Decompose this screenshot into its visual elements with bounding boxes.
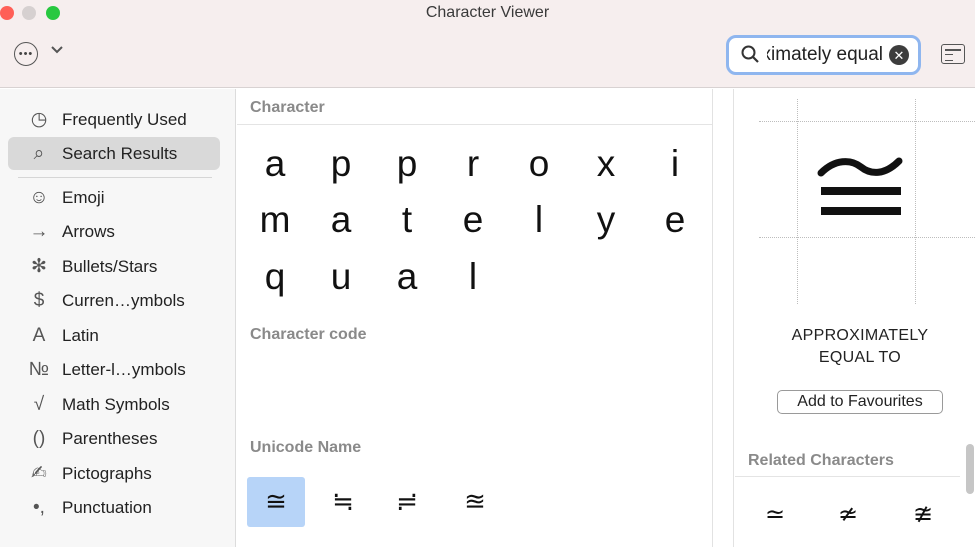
character-cell[interactable]: a: [245, 139, 305, 189]
category-sidebar: ◷ Frequently Used ⌕ Search Results ☺ Emoji → Ar…: [0, 89, 236, 547]
character-code-heading: Character code: [250, 326, 367, 343]
sidebar-item-emoji[interactable]: ☺ Emoji: [8, 181, 220, 214]
sidebar-item-label: Curren…ymbols: [62, 290, 185, 310]
window-title: Character Viewer: [425, 4, 550, 21]
square-root-icon: √: [33, 393, 45, 415]
sidebar-item-label: Math Symbols: [62, 394, 170, 414]
unicode-name-heading: Unicode Name: [250, 439, 362, 456]
sidebar-item-label: Arrows: [62, 221, 115, 241]
symbol-result-cell[interactable]: ≒: [314, 477, 372, 527]
title-bar: Character Viewer ••• ✕: [0, 0, 975, 88]
character-cell[interactable]: e: [645, 195, 705, 245]
character-cell[interactable]: e: [443, 195, 503, 245]
sidebar-item-label: Pictographs: [62, 463, 152, 483]
ellipsis-circle-icon[interactable]: •••: [14, 42, 38, 66]
character-cell[interactable]: r: [443, 139, 503, 189]
sidebar-separator: [18, 177, 212, 178]
sidebar-item-math-symbols[interactable]: √ Math Symbols: [8, 388, 220, 421]
guide-line: [797, 99, 798, 304]
sidebar-item-pictographs[interactable]: ✍ Pictographs: [8, 457, 220, 490]
character-cell[interactable]: p: [377, 139, 437, 189]
character-cell[interactable]: m: [245, 195, 305, 245]
sidebar-item-punctuation[interactable]: •, Punctuation: [8, 491, 220, 524]
search-icon: [741, 45, 759, 63]
guide-line: [759, 237, 975, 238]
character-cell[interactable]: q: [245, 252, 305, 302]
character-cell[interactable]: l: [509, 195, 569, 245]
character-cell[interactable]: l: [443, 252, 503, 302]
numero-icon: №: [28, 358, 50, 380]
character-preview-glyph: [817, 157, 903, 215]
detail-scrollbar[interactable]: [966, 444, 974, 494]
sidebar-item-label: Search Results: [62, 143, 178, 163]
pen-icon: ✍: [31, 463, 47, 484]
related-character-cell[interactable]: ≄: [828, 494, 868, 534]
divider: [735, 476, 960, 477]
sidebar-item-bullets-stars[interactable]: ✻ Bullets/Stars: [8, 250, 220, 283]
character-cell[interactable]: o: [509, 139, 569, 189]
symbol-result-cell[interactable]: ≅: [247, 477, 305, 527]
smiley-icon: ☺: [29, 186, 49, 208]
sidebar-item-letter-l-ymbols[interactable]: № Letter-l…ymbols: [8, 353, 220, 386]
related-characters-heading: Related Characters: [748, 452, 894, 469]
sidebar-item-frequently-used[interactable]: ◷ Frequently Used: [8, 103, 220, 136]
results-pane: Character approximatelyequal Character c…: [237, 89, 712, 547]
sidebar-item-label: Bullets/Stars: [62, 256, 158, 276]
character-cell[interactable]: a: [311, 195, 371, 245]
punctuation-icon: •,: [33, 496, 45, 518]
character-name-line1: APPROXIMATELY: [791, 327, 929, 344]
dollar-icon: $: [33, 289, 45, 311]
sidebar-item-label: Punctuation: [62, 497, 152, 517]
character-cell[interactable]: t: [377, 195, 437, 245]
character-cell[interactable]: a: [377, 252, 437, 302]
related-character-cell[interactable]: ≇: [903, 494, 943, 534]
sidebar-item-label: Latin: [62, 325, 99, 345]
sidebar-item-label: Emoji: [62, 187, 105, 207]
sidebar-item-arrows[interactable]: → Arrows: [8, 215, 220, 248]
sidebar-item-latin[interactable]: A Latin: [8, 319, 220, 352]
detail-pane: APPROXIMATELY EQUAL TO Add to Favourites…: [735, 89, 975, 547]
sidebar-item-parentheses[interactable]: () Parentheses: [8, 422, 220, 455]
sidebar-item-label: Parentheses: [62, 428, 158, 448]
sidebar-item-label: Letter-l…ymbols: [62, 359, 186, 379]
symbol-result-cell[interactable]: ≓: [378, 477, 436, 527]
character-name: APPROXIMATELY EQUAL TO: [765, 325, 955, 369]
character-cell[interactable]: y: [576, 195, 636, 245]
sidebar-item-search-results[interactable]: ⌕ Search Results: [8, 137, 220, 170]
results-scrollbar[interactable]: [712, 89, 734, 547]
divider: [237, 124, 712, 125]
asterisk-icon: ✻: [31, 256, 47, 277]
magnifier-icon: ⌕: [33, 142, 45, 164]
character-cell[interactable]: u: [311, 252, 371, 302]
character-cell[interactable]: i: [645, 139, 705, 189]
character-cell[interactable]: p: [311, 139, 371, 189]
search-input[interactable]: [767, 42, 883, 68]
parentheses-icon: (): [32, 427, 46, 449]
latin-a-icon: A: [32, 324, 46, 346]
search-field[interactable]: ✕: [726, 35, 921, 75]
add-to-favourites-button[interactable]: Add to Favourites: [777, 390, 943, 414]
character-name-line2: EQUAL TO: [818, 349, 902, 366]
arrow-icon: →: [29, 220, 49, 242]
clear-search-icon[interactable]: ✕: [889, 45, 909, 65]
sidebar-item-curren-ymbols[interactable]: $ Curren…ymbols: [8, 284, 220, 317]
character-cell[interactable]: x: [576, 139, 636, 189]
guide-line: [759, 121, 975, 122]
related-character-cell[interactable]: ≃: [755, 494, 795, 534]
chevron-down-icon[interactable]: [50, 42, 64, 60]
sidebar-item-label: Frequently Used: [62, 109, 187, 129]
symbol-result-cell[interactable]: ≊: [446, 477, 504, 527]
clock-icon: ◷: [30, 109, 48, 130]
toggle-viewer-size-icon[interactable]: [941, 44, 965, 64]
character-heading: Character: [250, 99, 325, 116]
